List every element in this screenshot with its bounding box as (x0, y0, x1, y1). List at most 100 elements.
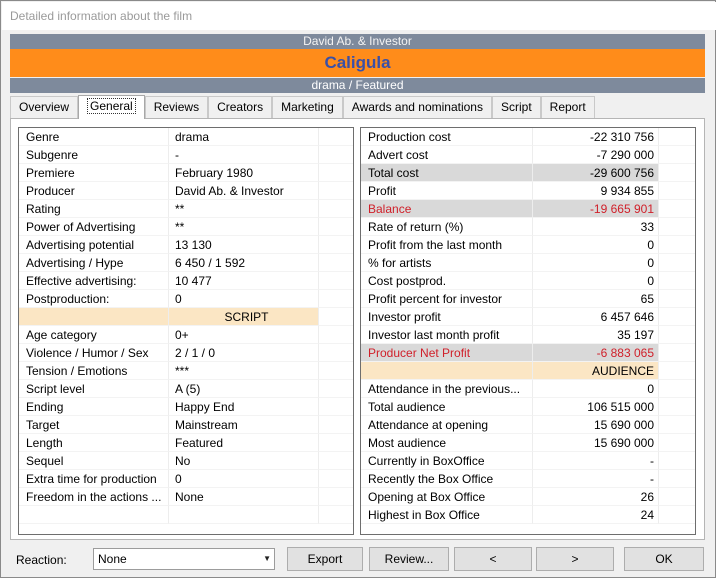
empty-cell (319, 416, 353, 434)
general-info-row[interactable]: Script level A (5) (19, 380, 353, 398)
finance-row[interactable]: Investor profit 6 457 646 (361, 308, 695, 326)
finance-row[interactable]: Most audience 15 690 000 (361, 434, 695, 452)
general-info-row[interactable]: Ending Happy End (19, 398, 353, 416)
row-label (19, 506, 169, 524)
general-info-row[interactable]: Rating ** (19, 200, 353, 218)
empty-cell (319, 164, 353, 182)
finance-row[interactable]: Producer Net Profit -6 883 065 (361, 344, 695, 362)
tab-label: General (87, 98, 136, 114)
finance-row[interactable]: % for artists 0 (361, 254, 695, 272)
row-value: -29 600 756 (533, 164, 659, 182)
finance-row[interactable]: Total cost -29 600 756 (361, 164, 695, 182)
row-value: David Ab. & Investor (169, 182, 319, 200)
general-info-row[interactable]: Producer David Ab. & Investor (19, 182, 353, 200)
general-info-row[interactable]: Extra time for production 0 (19, 470, 353, 488)
row-label: Investor profit (361, 308, 533, 326)
row-value: 0 (533, 380, 659, 398)
row-label: Freedom in the actions ... (19, 488, 169, 506)
tab-strip: Overview General Reviews Creators Market… (10, 95, 595, 119)
finance-row[interactable]: Highest in Box Office 24 (361, 506, 695, 524)
general-info-row[interactable]: Sequel No (19, 452, 353, 470)
tab-general[interactable]: General (78, 95, 145, 119)
finance-row[interactable]: AUDIENCE (361, 362, 695, 380)
finance-audience-grid[interactable]: Production cost -22 310 756 Advert cost -7 … (360, 127, 696, 535)
general-info-row[interactable]: Advertising / Hype 6 450 / 1 592 (19, 254, 353, 272)
row-label: Extra time for production (19, 470, 169, 488)
tab-marketing[interactable]: Marketing (272, 96, 343, 118)
row-label: Profit from the last month (361, 236, 533, 254)
finance-row[interactable]: Total audience 106 515 000 (361, 398, 695, 416)
row-label: Rate of return (%) (361, 218, 533, 236)
general-info-row[interactable] (19, 506, 353, 524)
row-label: Attendance in the previous... (361, 380, 533, 398)
tab-overview[interactable]: Overview (10, 96, 79, 118)
row-value: *** (169, 362, 319, 380)
finance-row[interactable]: Recently the Box Office - (361, 470, 695, 488)
finance-row[interactable]: Rate of return (%) 33 (361, 218, 695, 236)
finance-row[interactable]: Cost postprod. 0 (361, 272, 695, 290)
empty-cell (319, 272, 353, 290)
finance-row[interactable]: Opening at Box Office 26 (361, 488, 695, 506)
row-value: February 1980 (169, 164, 319, 182)
tab-label: Script (500, 100, 532, 114)
empty-cell (319, 326, 353, 344)
finance-row[interactable]: Currently in BoxOffice - (361, 452, 695, 470)
finance-row[interactable]: Profit percent for investor 65 (361, 290, 695, 308)
general-info-row[interactable]: Subgenre - (19, 146, 353, 164)
next-button[interactable]: > (536, 547, 614, 571)
title-bar[interactable]: Detailed information about the film (2, 2, 716, 30)
tab-reviews[interactable]: Reviews (144, 96, 209, 118)
general-info-row[interactable]: Premiere February 1980 (19, 164, 353, 182)
row-label: Subgenre (19, 146, 169, 164)
empty-cell (659, 452, 695, 470)
finance-row[interactable]: Balance -19 665 901 (361, 200, 695, 218)
row-label: Recently the Box Office (361, 470, 533, 488)
empty-cell (319, 128, 353, 146)
row-value: 35 197 (533, 326, 659, 344)
empty-cell (319, 488, 353, 506)
tab-creators[interactable]: Creators (208, 96, 273, 118)
general-info-row[interactable]: Advertising potential 13 130 (19, 236, 353, 254)
row-label: Premiere (19, 164, 169, 182)
finance-row[interactable]: Profit 9 934 855 (361, 182, 695, 200)
row-value: Featured (169, 434, 319, 452)
reaction-select[interactable]: None ▼ (93, 548, 275, 570)
finance-row[interactable]: Attendance at opening 15 690 000 (361, 416, 695, 434)
general-info-row[interactable]: Violence / Humor / Sex 2 / 1 / 0 (19, 344, 353, 362)
general-info-row[interactable]: Power of Advertising ** (19, 218, 353, 236)
row-label: Tension / Emotions (19, 362, 169, 380)
ok-button[interactable]: OK (624, 547, 704, 571)
general-info-row[interactable]: Age category 0+ (19, 326, 353, 344)
empty-cell (659, 470, 695, 488)
general-info-row[interactable]: Length Featured (19, 434, 353, 452)
row-label: Power of Advertising (19, 218, 169, 236)
finance-row[interactable]: Investor last month profit 35 197 (361, 326, 695, 344)
chevron-down-icon: ▼ (263, 554, 271, 563)
tab-script[interactable]: Script (491, 96, 541, 118)
row-label: Attendance at opening (361, 416, 533, 434)
empty-cell (659, 200, 695, 218)
finance-row[interactable]: Profit from the last month 0 (361, 236, 695, 254)
general-info-row[interactable]: Freedom in the actions ... None (19, 488, 353, 506)
tab-awards[interactable]: Awards and nominations (342, 96, 492, 118)
previous-button[interactable]: < (454, 547, 532, 571)
finance-row[interactable]: Production cost -22 310 756 (361, 128, 695, 146)
finance-row[interactable]: Attendance in the previous... 0 (361, 380, 695, 398)
export-button[interactable]: Export (287, 547, 363, 571)
general-info-row[interactable]: Postproduction: 0 (19, 290, 353, 308)
general-info-grid[interactable]: Genre drama Subgenre - Premiere February 1980… (18, 127, 354, 535)
empty-cell (659, 128, 695, 146)
tab-label: Marketing (281, 100, 334, 114)
row-label: Most audience (361, 434, 533, 452)
general-info-row[interactable]: Target Mainstream (19, 416, 353, 434)
empty-cell (319, 362, 353, 380)
general-info-row[interactable]: SCRIPT (19, 308, 353, 326)
review-button[interactable]: Review... (369, 547, 449, 571)
general-info-row[interactable]: Genre drama (19, 128, 353, 146)
finance-row[interactable]: Advert cost -7 290 000 (361, 146, 695, 164)
row-value: 15 690 000 (533, 416, 659, 434)
general-info-row[interactable]: Tension / Emotions *** (19, 362, 353, 380)
empty-cell (659, 164, 695, 182)
general-info-row[interactable]: Effective advertising: 10 477 (19, 272, 353, 290)
tab-report[interactable]: Report (540, 96, 595, 118)
